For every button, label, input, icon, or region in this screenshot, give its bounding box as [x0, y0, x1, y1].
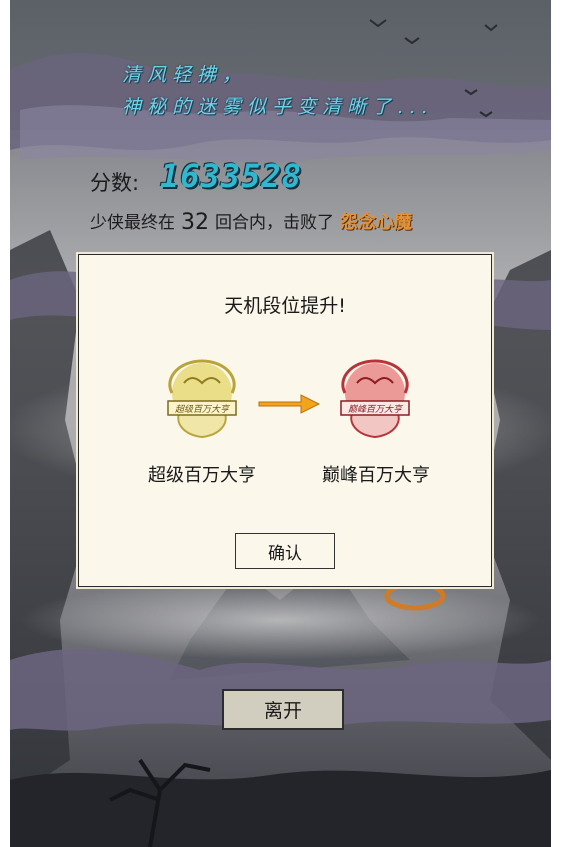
game-result-screen: 清风轻拂， 神秘的迷雾似乎变清晰了... 分数: 1633528 少侠最终在 32…	[10, 0, 551, 847]
rank-badge-old-icon: 超级百万大亨	[167, 359, 237, 439]
score-value: 1633528	[160, 157, 302, 195]
round-count: 32	[181, 210, 209, 235]
arrow-right-icon	[258, 394, 321, 414]
rank-badge-new-text: 巅峰百万大亨	[348, 404, 404, 415]
rank-up-dialog: 天机段位提升! 超级百万大亨 巅峰百万大亨 超级百万大亨 巅峰百万大亨 确认	[78, 254, 492, 587]
tagline-line-2: 神秘的迷雾似乎变清晰了...	[122, 96, 434, 118]
score-label: 分数:	[90, 171, 140, 195]
boss-name: 怨念心魔	[340, 212, 412, 233]
tagline-line-1: 清风轻拂，	[122, 64, 248, 86]
dialog-title: 天机段位提升!	[224, 295, 346, 317]
rank-from-label: 超级百万大亨	[148, 465, 256, 486]
rank-to-label: 巅峰百万大亨	[322, 465, 430, 486]
result-prefix: 少侠最终在	[90, 213, 175, 233]
confirm-button[interactable]: 确认	[235, 533, 335, 569]
rank-badge-old-text: 超级百万大亨	[175, 404, 231, 415]
result-middle: 回合内，击败了	[215, 213, 334, 233]
rank-badge-old-art	[167, 359, 237, 439]
leave-button[interactable]: 离开	[222, 689, 344, 730]
result-summary: 少侠最终在 32 回合内，击败了 怨念心魔	[90, 208, 412, 235]
rank-badge-new-art	[340, 359, 410, 439]
rank-badge-new-icon: 巅峰百万大亨	[340, 359, 410, 439]
